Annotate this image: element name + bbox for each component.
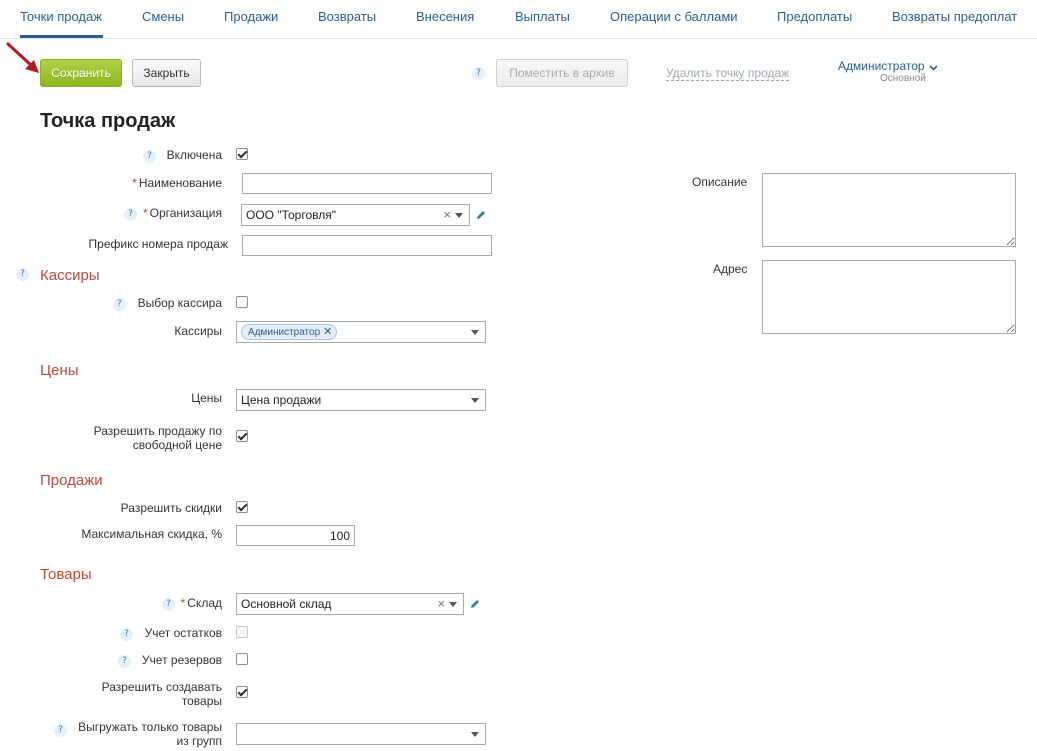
warehouse-clear-icon[interactable]: × [437,596,445,611]
user-role: Основной [880,73,926,84]
required-mark: * [142,206,148,220]
max-discount-input[interactable] [236,525,355,546]
org-clear-icon[interactable]: × [443,207,451,222]
chevron-down-icon[interactable] [929,64,938,72]
org-label-text: Организация [149,206,222,220]
export-groups-label: Выгружать только товары из групп [78,720,222,748]
stock-help-icon[interactable]: ? [120,628,133,641]
tab-returns[interactable]: Возвраты [318,9,376,24]
tab-prepayments[interactable]: Предоплаты [777,9,852,24]
user-name[interactable]: Администратор [838,59,925,73]
prices-label: Цены [191,391,222,405]
choose-cashier-checkbox[interactable] [236,296,248,308]
export-help-icon[interactable]: ? [54,724,67,737]
reserve-help-icon[interactable]: ? [118,655,131,668]
prefix-label: Префикс номера продаж [88,237,228,251]
org-select[interactable]: ООО "Торговля" × [241,204,470,226]
section-goods: Товары [40,566,92,583]
cashiers-label: Кассиры [174,324,222,338]
address-textarea[interactable] [762,260,1016,334]
export-groups-select[interactable] [236,723,486,745]
prefix-input[interactable] [242,235,492,256]
delete-sales-point-link[interactable]: Удалить точку продаж [666,66,790,81]
enabled-help-icon[interactable]: ? [143,150,156,163]
tab-points-operations[interactable]: Операции с баллами [610,9,738,24]
cashier-tag: Администратор ✕ [241,324,338,340]
required-mark: * [132,176,137,190]
warehouse-label: * Склад [181,596,222,610]
section-cashiers: Кассиры [40,267,100,284]
section-sales: Продажи [40,472,103,489]
cashiers-dropdown-arrow-icon[interactable] [471,330,479,335]
choose-cashier-label: Выбор кассира [137,296,222,310]
warehouse-select-value: Основной склад [241,597,332,611]
enabled-label: Включена [166,148,222,162]
required-mark: * [180,596,186,610]
tab-prepayment-returns[interactable]: Возвраты предоплат [892,9,1017,24]
archive-button[interactable]: Поместить в архив [496,59,628,87]
description-textarea[interactable] [762,173,1016,247]
cashiers-help-icon[interactable]: ? [16,268,29,281]
reserve-label: Учет резервов [141,653,222,667]
prices-select-value: Цена продажи [241,393,322,407]
choose-cashier-help-icon[interactable]: ? [113,298,126,311]
section-prices: Цены [40,362,79,379]
name-input[interactable] [242,173,492,194]
export-groups-label-line1: Выгружать только товары [78,720,222,734]
stock-label: Учет остатков [144,626,222,640]
tab-payouts[interactable]: Выплаты [515,9,570,24]
max-discount-label: Максимальная скидка, % [81,527,222,541]
warehouse-help-icon[interactable]: ? [162,598,175,611]
org-edit-pencil-icon[interactable] [475,209,487,221]
export-groups-label-line2: из групп [176,734,222,748]
form-labels-column: Включена * Наименование * Организация Преф… [0,0,228,751]
export-groups-dropdown-arrow-icon[interactable] [471,732,479,737]
cashiers-multiselect[interactable]: Администратор ✕ [236,321,486,343]
discounts-label: Разрешить скидки [120,501,222,515]
archive-help-icon[interactable]: ? [472,67,485,80]
warehouse-select[interactable]: Основной склад × [236,593,464,615]
remove-tag-icon[interactable]: ✕ [323,326,332,338]
reserve-checkbox[interactable] [236,653,248,665]
free-price-label-line1: Разрешить продажу по [93,424,222,438]
stock-checkbox[interactable] [236,626,248,638]
org-help-icon[interactable]: ? [124,208,137,221]
tab-sales[interactable]: Продажи [224,9,278,24]
prices-select[interactable]: Цена продажи [236,389,486,411]
name-label-text: Наименование [138,176,222,190]
free-price-label-line2: свободной цене [132,438,222,452]
warehouse-dropdown-arrow-icon[interactable] [449,602,457,607]
create-goods-checkbox[interactable] [236,686,248,698]
cashier-tag-label: Администратор [248,327,321,338]
org-label: * Организация [143,206,222,220]
name-label: * Наименование [132,176,222,190]
enabled-checkbox[interactable] [236,148,248,160]
free-price-checkbox[interactable] [236,430,248,442]
create-goods-label-line2: товары [181,694,222,708]
free-price-label: Разрешить продажу по свободной цене [94,424,222,452]
create-goods-label: Разрешить создавать товары [102,680,222,708]
address-label: Адрес [713,262,748,276]
warehouse-edit-pencil-icon[interactable] [469,598,481,610]
description-label: Описание [692,175,748,189]
create-goods-label-line1: Разрешить создавать [101,680,222,694]
org-dropdown-arrow-icon[interactable] [455,213,463,218]
prices-dropdown-arrow-icon[interactable] [471,398,479,403]
org-select-value: ООО "Торговля" [246,208,336,222]
discounts-checkbox[interactable] [236,501,248,513]
warehouse-label-text: Склад [187,596,222,610]
tab-deposits[interactable]: Внесения [416,9,474,24]
